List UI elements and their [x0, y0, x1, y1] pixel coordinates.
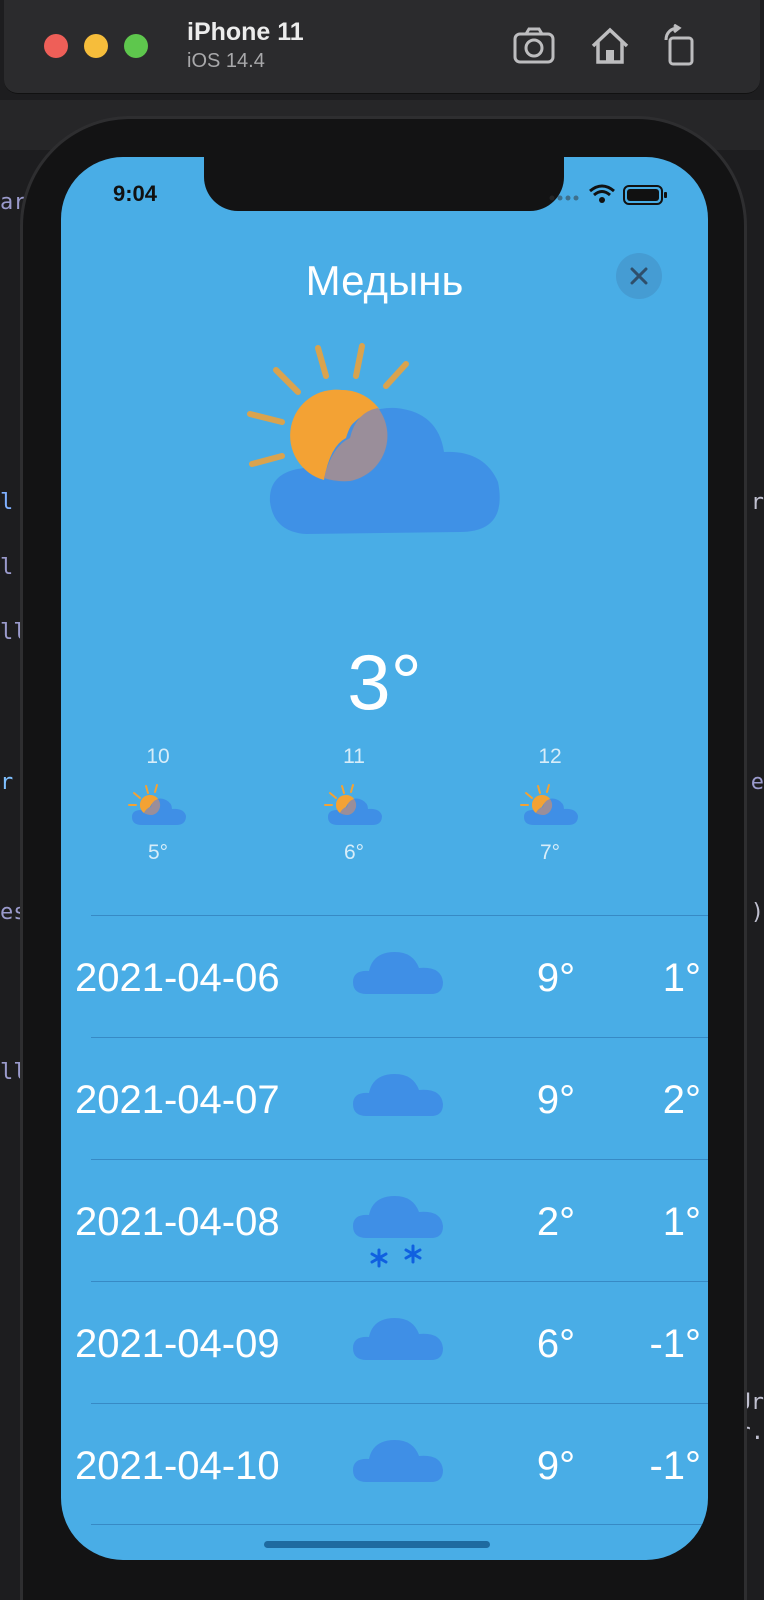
code-fragment: l	[0, 490, 14, 515]
code-fragment: e	[750, 770, 764, 795]
close-icon	[630, 267, 648, 285]
code-fragment: l	[0, 555, 14, 580]
daily-row[interactable]: 2021-04-08 2° 1°	[75, 1159, 708, 1281]
cloud-icon	[353, 952, 443, 994]
day-date: 2021-04-06	[75, 956, 280, 1000]
hour-time: 11	[343, 745, 365, 768]
hourly-item: 10 5°	[108, 745, 208, 865]
hour-time: 10	[146, 745, 170, 768]
day-date: 2021-04-09	[75, 1322, 280, 1366]
sun-behind-cloud-icon	[247, 343, 500, 534]
minimize-window-button[interactable]	[84, 34, 108, 58]
status-time: 9:04	[113, 181, 158, 206]
current-temperature: 3°	[347, 638, 422, 726]
sun-behind-cloud-icon	[520, 784, 578, 825]
daily-row[interactable]: 2021-04-06 9° 1°	[75, 915, 708, 1037]
zoom-window-button[interactable]	[124, 34, 148, 58]
daily-row[interactable]: 2021-04-10 9° -1°	[75, 1403, 708, 1525]
status-icons	[549, 184, 667, 205]
home-icon[interactable]	[588, 24, 632, 68]
cloud-snow-icon	[353, 1196, 443, 1268]
notch	[204, 157, 564, 211]
daily-row[interactable]: 2021-04-09 6° -1°	[75, 1281, 708, 1403]
hourly-item: 11 6°	[304, 745, 404, 865]
screenshot-icon[interactable]	[512, 24, 556, 68]
day-min-temperature: -1°	[649, 1444, 701, 1488]
rotate-icon[interactable]	[660, 23, 704, 68]
hour-temperature: 7°	[539, 841, 561, 864]
day-max-temperature: 2°	[536, 1200, 576, 1244]
hour-time: 12	[538, 745, 562, 768]
device-name: iPhone 11	[187, 18, 304, 46]
close-window-button[interactable]	[44, 34, 68, 58]
code-fragment: r	[750, 490, 764, 515]
day-date: 2021-04-07	[75, 1078, 280, 1122]
daily-row[interactable]: 2021-04-07 9° 2°	[75, 1037, 708, 1159]
day-min-temperature: 1°	[662, 1200, 701, 1244]
code-fragment: r	[0, 770, 14, 795]
cloud-icon	[353, 1074, 443, 1116]
day-max-temperature: 9°	[536, 1444, 576, 1488]
hour-temperature: 6°	[343, 841, 365, 864]
day-date: 2021-04-08	[75, 1200, 280, 1244]
city-name: Медынь	[305, 257, 464, 304]
day-min-temperature: 1°	[662, 956, 701, 1000]
day-max-temperature: 9°	[536, 956, 576, 1000]
home-indicator[interactable]	[264, 1541, 490, 1548]
day-min-temperature: 2°	[662, 1078, 701, 1122]
cloud-icon	[353, 1440, 443, 1482]
hourly-item: 12 7°	[500, 745, 600, 865]
daily-forecast-list: 2021-04-06 9° 1° 2021-04-07 9° 2° 2021-0…	[61, 915, 708, 1525]
cloud-icon	[353, 1318, 443, 1360]
day-max-temperature: 9°	[536, 1078, 576, 1122]
day-date: 2021-04-10	[75, 1444, 280, 1488]
hour-temperature: 5°	[147, 841, 169, 864]
simulator-titlebar: iPhone 11 iOS 14.4	[4, 0, 760, 94]
sun-behind-cloud-icon	[324, 784, 382, 825]
weather-screen: 9:04 Медынь 3° 10 5° 11 6° 12 7° 2021-04…	[61, 157, 708, 1560]
close-button[interactable]	[616, 253, 662, 299]
day-min-temperature: -1°	[649, 1322, 701, 1366]
sun-behind-cloud-icon	[128, 784, 186, 825]
day-max-temperature: 6°	[536, 1322, 576, 1366]
device-os-version: iOS 14.4	[187, 50, 265, 72]
